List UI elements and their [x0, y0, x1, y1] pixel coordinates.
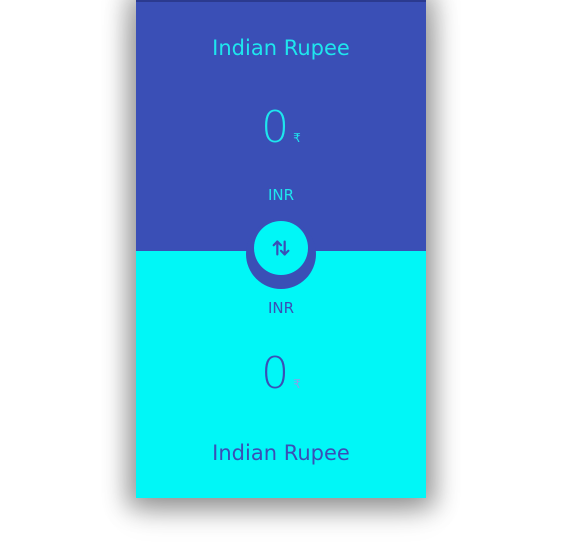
source-amount[interactable]: 0	[261, 102, 289, 153]
target-amount: 0	[261, 348, 290, 399]
swap-vertical-icon	[272, 240, 290, 256]
target-currency-name[interactable]: Indian Rupee	[136, 441, 426, 465]
swap-currencies-button[interactable]	[254, 221, 308, 275]
source-currency-symbol: ₹	[293, 131, 301, 145]
target-amount-display: 0 ₹	[136, 348, 426, 400]
source-currency-panel[interactable]: Indian Rupee 0 ₹ INR	[136, 0, 426, 251]
swap-button-ring	[246, 219, 316, 289]
source-currency-code: INR	[267, 186, 295, 204]
converter-screen: Indian Rupee 0 ₹ INR INR 0 ₹ Indian Rupee	[136, 0, 426, 498]
source-currency-name[interactable]: Indian Rupee	[136, 36, 426, 60]
target-currency-symbol: ₹	[293, 377, 301, 391]
source-amount-display[interactable]: 0 ₹	[136, 102, 426, 154]
target-currency-code: INR	[267, 299, 295, 317]
